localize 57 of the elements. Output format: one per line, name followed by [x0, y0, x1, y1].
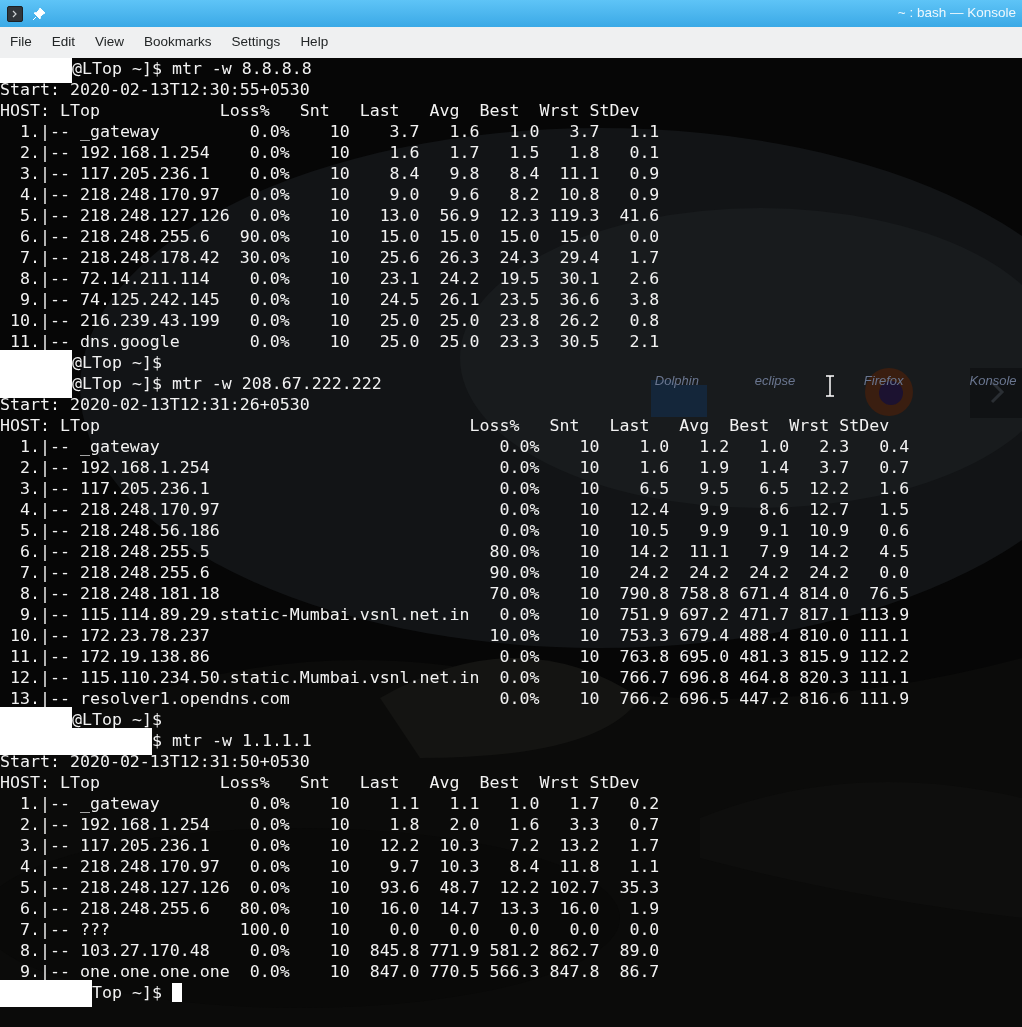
menu-item[interactable]: Bookmarks: [134, 27, 222, 58]
menu-item[interactable]: Settings: [221, 27, 291, 58]
report-row-text: 1.|-- _gateway 0.0% 10 3.7 1.6 1.0 3.7 1.1: [18, 121, 660, 142]
prompt-text: $ mtr -w 1.1.1.1: [152, 730, 312, 751]
report-row-text: 6.|-- 218.248.255.5 80.0% 10 14.2 11.1 7.9 14.2 4.5: [18, 541, 910, 562]
report-row-text: 13.|-- resolver1.opendns.com 0.0% 10 766.2 696.5 447.2 816.6 111.9: [9, 688, 910, 709]
window-title: ~ : bash — Konsole: [897, 4, 1017, 23]
report-row-text: 9.|-- 74.125.242.145 0.0% 10 24.5 26.1 23.5 36.6 3.8: [18, 289, 660, 310]
report-row-text: 10.|-- 172.23.78.237 10.0% 10 753.3 679.4 488.4 810.0 111.1: [9, 625, 910, 646]
report-row-text: 3.|-- 117.205.236.1 0.0% 10 8.4 9.8 8.4 11.1 0.9: [18, 163, 660, 184]
terminal-line: Start: 2020-02-13T12:30:55+0530: [0, 79, 310, 100]
report-row-text: 4.|-- 218.248.170.97 0.0% 10 9.7 10.3 8.4 11.8 1.1: [18, 856, 660, 877]
terminal-line: Start: 2020-02-13T12:31:26+0530: [0, 394, 310, 415]
prompt-text: @LTop ~]$: [72, 352, 162, 373]
menu-item[interactable]: Help: [290, 27, 339, 58]
report-row-text: 11.|-- dns.google 0.0% 10 25.0 25.0 23.3 30.5 2.1: [9, 331, 660, 352]
report-row-text: 5.|-- 218.248.127.126 0.0% 10 93.6 48.7 12.2 102.7 35.3: [18, 877, 660, 898]
report-row-text: 3.|-- 117.205.236.1 0.0% 10 12.2 10.3 7.2 13.2 1.7: [18, 835, 660, 856]
report-row-text: 2.|-- 192.168.1.254 0.0% 10 1.8 2.0 1.6 3.3 0.7: [18, 814, 660, 835]
report-row-text: 7.|-- 218.248.255.6 90.0% 10 24.2 24.2 24.2 24.2 0.0: [18, 562, 910, 583]
report-row-text: 12.|-- 115.110.234.50.static.Mumbai.vsnl.net.in 0.0% 10 766.7 696.8 464.8 820.3 111.1: [9, 667, 910, 688]
report-row-text: 9.|-- one.one.one.one 0.0% 10 847.0 770.5 566.3 847.8 86.7: [18, 961, 660, 982]
report-row-text: 8.|-- 218.248.181.18 70.0% 10 790.8 758.8 671.4 814.0 76.5: [18, 583, 910, 604]
prompt-text: @LTop ~]$ mtr -w 8.8.8.8: [72, 58, 312, 79]
menu-item[interactable]: View: [85, 27, 135, 58]
prompt-text: @LTop ~]$ mtr -w 208.67.222.222: [72, 373, 382, 394]
report-row-text: 11.|-- 172.19.138.86 0.0% 10 763.8 695.0 481.3 815.9 112.2: [9, 646, 910, 667]
report-row-text: 5.|-- 218.248.56.186 0.0% 10 10.5 9.9 9.1 10.9 0.6: [18, 520, 910, 541]
report-row-text: 7.|-- 218.248.178.42 30.0% 10 25.6 26.3 24.3 29.4 1.7: [18, 247, 660, 268]
report-row-text: 2.|-- 192.168.1.254 0.0% 10 1.6 1.9 1.4 3.7 0.7: [18, 457, 910, 478]
report-row-text: 2.|-- 192.168.1.254 0.0% 10 1.6 1.7 1.5 1.8 0.1: [18, 142, 660, 163]
report-header: HOST: LTop Loss% Snt Last Avg Best Wrst StDev: [0, 100, 640, 121]
report-row-text: 5.|-- 218.248.127.126 0.0% 10 13.0 56.9 12.3 119.3 41.6: [18, 205, 660, 226]
icon-label[interactable]: eclipse: [754, 371, 796, 391]
report-row-text: 10.|-- 216.239.43.199 0.0% 10 25.0 25.0 23.8 26.2 0.8: [9, 310, 660, 331]
report-row-text: 4.|-- 218.248.170.97 0.0% 10 9.0 9.6 8.2 10.8 0.9: [18, 184, 660, 205]
report-row-text: 8.|-- 103.27.170.48 0.0% 10 845.8 771.9 581.2 862.7 89.0: [18, 940, 660, 961]
report-row-text: 8.|-- 72.14.211.114 0.0% 10 23.1 24.2 19.5 30.1 2.6: [18, 268, 660, 289]
report-row-text: 9.|-- 115.114.89.29.static-Mumbai.vsnl.net.in 0.0% 10 751.9 697.2 471.7 817.1 113.9: [18, 604, 910, 625]
pin-icon[interactable]: [32, 6, 46, 21]
prompt-text: @LTop ~]$: [72, 709, 162, 730]
menu-item[interactable]: File: [0, 27, 42, 58]
report-header: HOST: LTop Loss% Snt Last Avg Best Wrst StDev: [0, 772, 640, 793]
menu-item[interactable]: Edit: [41, 27, 86, 58]
icon-label[interactable]: Dolphin: [654, 371, 699, 391]
report-row-text: 7.|-- ??? 100.0 10 0.0 0.0 0.0 0.0 0.0: [18, 919, 660, 940]
report-row-text: 1.|-- _gateway 0.0% 10 1.0 1.2 1.0 2.3 0.4: [18, 436, 910, 457]
report-row-text: 4.|-- 218.248.170.97 0.0% 10 12.4 9.9 8.6 12.7 1.5: [18, 499, 910, 520]
report-row-text: 6.|-- 218.248.255.6 90.0% 10 15.0 15.0 15.0 15.0 0.0: [18, 226, 660, 247]
prompt-text: Top ~]$: [92, 982, 162, 1003]
report-row-text: 3.|-- 117.205.236.1 0.0% 10 6.5 9.5 6.5 12.2 1.6: [18, 478, 910, 499]
report-header: HOST: LTop Loss% Snt Last Avg Best Wrst StDev: [0, 415, 890, 436]
report-row-text: 6.|-- 218.248.255.6 80.0% 10 16.0 14.7 13.3 16.0 1.9: [18, 898, 660, 919]
terminal-icon[interactable]: [7, 5, 23, 22]
terminal-line: Start: 2020-02-13T12:31:50+0530: [0, 751, 310, 772]
report-row-text: 1.|-- _gateway 0.0% 10 1.1 1.1 1.0 1.7 0.2: [18, 793, 660, 814]
i-beam-pointer-icon: [825, 375, 835, 397]
